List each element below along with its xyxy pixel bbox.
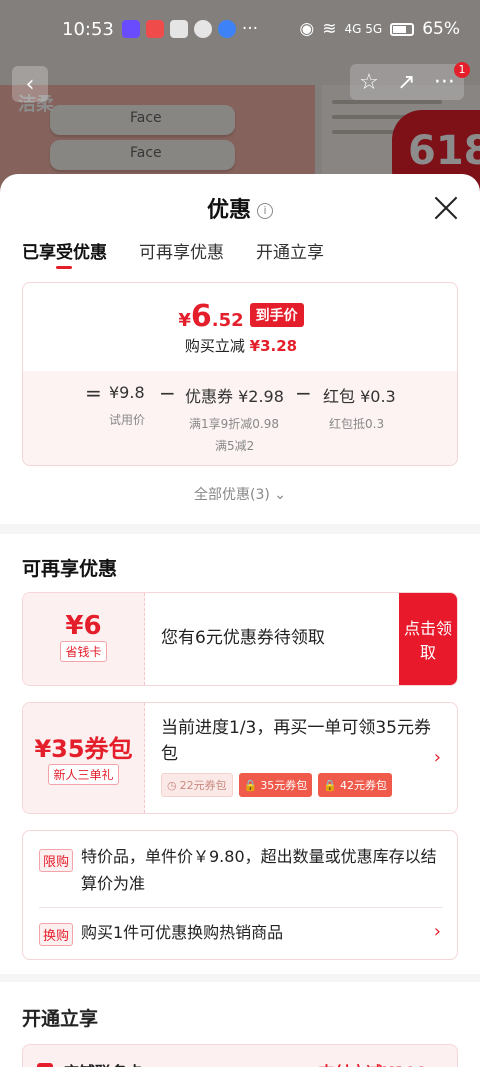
claim-coupon-button[interactable]: 点击领取 — [399, 593, 457, 685]
minus-sign: − — [295, 381, 312, 405]
chevron-down-icon: ⌄ — [274, 487, 287, 503]
offers-sheet: 优惠 i 已享受优惠 可再享优惠 开通立享 ¥6.52 到手价 购买立减 ¥3.28… — [0, 174, 480, 1067]
rule-text-limit: 特价品，单件价￥9.80，超出数量或优惠库存以结算价为准 — [81, 847, 437, 893]
section-divider — [0, 524, 480, 534]
card-icon — [37, 1063, 53, 1067]
coupon-amount: ¥6 — [65, 611, 102, 641]
membership-card-offer[interactable]: 店铺联名卡 支付立减¥100 — [22, 1044, 458, 1067]
coupon-type-label: 省钱卡 — [60, 641, 107, 662]
coupon-amount: ¥35券包 — [34, 735, 133, 763]
notification-badge: 1 — [454, 62, 470, 78]
app-notification-icon — [121, 20, 140, 38]
eye-icon: ◉ — [299, 19, 315, 39]
rule-text-exchange[interactable]: 购买1件可优惠换购热销商品 — [81, 919, 283, 946]
wifi-icon: ≋ — [322, 19, 337, 39]
instant-reduction: 购买立减 ¥3.28 — [184, 337, 298, 355]
coupon-rule-2: 满5减2 — [215, 439, 255, 453]
sheet-title: 优惠 i — [0, 192, 480, 224]
base-price-label: 试用价 — [109, 413, 146, 427]
more-offers-title: 可再享优惠 — [22, 558, 118, 580]
tab-open-now[interactable]: 开通立享 — [256, 238, 324, 263]
red-packet-label: 红包抵0.3 — [329, 417, 385, 431]
coupon-pack-chip: 🔒 42元券包 — [318, 773, 393, 797]
minus-sign: − — [159, 381, 176, 405]
section-divider — [0, 974, 480, 982]
coupon-value-area: ¥6 省钱卡 — [23, 593, 145, 685]
final-price-tag: 到手价 — [249, 303, 304, 327]
open-now-title: 开通立享 — [22, 1008, 99, 1030]
app-notification-icon — [145, 20, 164, 38]
rule-divider — [39, 907, 443, 908]
status-time: 10:53 — [62, 18, 114, 40]
newcomer-gift-card[interactable]: ¥35券包 新人三单礼 当前进度1/3，再买一单可领35元券包 ◷ 22元券包 … — [22, 702, 458, 814]
battery-icon — [390, 22, 415, 36]
coupon-discount: 优惠券 ¥2.98 — [185, 387, 284, 406]
progress-description: 当前进度1/3，再买一单可领35元券包 — [161, 718, 431, 764]
price-breakdown-card: ¥6.52 到手价 购买立减 ¥3.28 = ¥9.8 试用价 − 优惠券 ¥2.… — [22, 282, 458, 466]
coupon-description: 您有6元优惠券待领取 — [161, 628, 325, 648]
rule-tag-limit: 限购 — [39, 849, 74, 872]
equals-sign: = — [85, 381, 102, 405]
offers-tabs: 已享受优惠 可再享优惠 开通立享 — [22, 238, 324, 269]
tab-more-offers[interactable]: 可再享优惠 — [139, 238, 224, 263]
coupon-pack-chips: ◷ 22元券包 🔒 35元券包 🔒 42元券包 — [161, 773, 393, 797]
battery-percent: 65% — [422, 19, 460, 39]
coupon-pack-chip: ◷ 22元券包 — [161, 773, 233, 797]
rule-tag-exchange: 换购 — [39, 923, 74, 946]
top-action-bar: ☆ ↗ ··· — [350, 64, 464, 100]
close-button[interactable] — [432, 194, 460, 222]
app-notification-icon — [217, 20, 236, 38]
app-notification-icon — [169, 20, 188, 38]
savings-card-coupon: ¥6 省钱卡 您有6元优惠券待领取 点击领取 — [22, 592, 458, 686]
chevron-right-icon[interactable]: › — [434, 921, 441, 942]
all-offers-toggle[interactable]: 全部优惠(3) ⌄ — [0, 484, 480, 504]
shield-icon — [193, 20, 212, 38]
signal-icon: 4G 5G — [344, 22, 383, 36]
base-price: ¥9.8 — [109, 383, 145, 402]
chevron-right-icon: › — [433, 747, 441, 768]
tab-enjoyed-offers[interactable]: 已享受优惠 — [22, 238, 107, 269]
status-bar: 10:53 ··· ◉ ≋ 4G 5G 65% — [0, 0, 480, 58]
coupon-rule-1: 满1享9折减0.98 — [189, 417, 279, 431]
coupon-value-area: ¥35券包 新人三单礼 — [23, 703, 145, 813]
purchase-rules-card: 限购 特价品，单件价￥9.80，超出数量或优惠库存以结算价为准 换购 购买1件可… — [22, 830, 458, 960]
coupon-pack-chip: 🔒 35元券包 — [238, 773, 313, 797]
more-icon[interactable]: ··· — [434, 70, 455, 95]
info-icon[interactable]: i — [257, 203, 273, 219]
final-price: ¥6.52 到手价 — [23, 299, 459, 334]
coupon-type-label: 新人三单礼 — [48, 764, 119, 785]
red-packet-discount: 红包 ¥0.3 — [323, 387, 396, 406]
back-button[interactable]: ‹ — [12, 66, 48, 102]
more-dots-icon: ··· — [241, 19, 259, 39]
favorite-star-icon[interactable]: ☆ — [359, 70, 379, 95]
share-icon[interactable]: ↗ — [397, 70, 415, 95]
